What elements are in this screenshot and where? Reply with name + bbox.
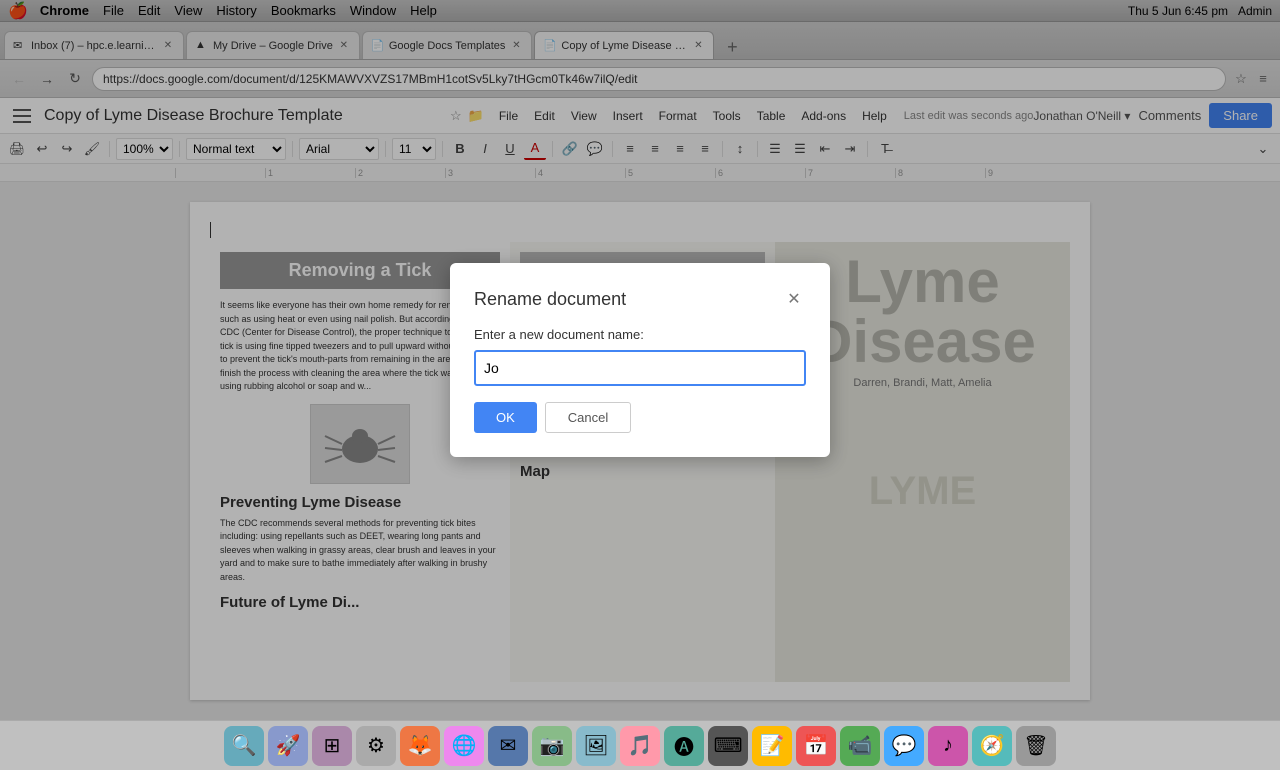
dock-finder[interactable]: 🔍 [224, 726, 264, 766]
dock-calendar[interactable]: 📅 [796, 726, 836, 766]
dock-launchpad[interactable]: 🚀 [268, 726, 308, 766]
modal-close-button[interactable]: ✕ [782, 287, 806, 311]
dock-apps[interactable]: ⊞ [312, 726, 352, 766]
dock-photos[interactable]: 📷 [532, 726, 572, 766]
modal-title: Rename document [474, 289, 626, 310]
modal-actions: OK Cancel [474, 402, 806, 433]
rename-dialog: Rename document ✕ Enter a new document n… [450, 263, 830, 457]
dock-facetime[interactable]: 📹 [840, 726, 880, 766]
dock-iphoto[interactable]: 🖼 [576, 726, 616, 766]
dock-music[interactable]: ♪ [928, 726, 968, 766]
dock-appstore[interactable]: 🅐 [664, 726, 704, 766]
rename-input[interactable] [474, 350, 806, 386]
dock-skype[interactable]: 💬 [884, 726, 924, 766]
dock-safari[interactable]: 🧭 [972, 726, 1012, 766]
cancel-button[interactable]: Cancel [545, 402, 631, 433]
modal-overlay[interactable]: Rename document ✕ Enter a new document n… [0, 0, 1280, 720]
macos-dock: 🔍 🚀 ⊞ ⚙ 🦊 🌐 ✉ 📷 🖼 🎵 🅐 ⌨ 📝 📅 📹 💬 ♪ 🧭 🗑 [0, 720, 1280, 770]
dock-chrome[interactable]: 🌐 [444, 726, 484, 766]
dock-mail[interactable]: ✉ [488, 726, 528, 766]
dock-trash[interactable]: 🗑 [1016, 726, 1056, 766]
ok-button[interactable]: OK [474, 402, 537, 433]
dock-notes[interactable]: 📝 [752, 726, 792, 766]
dock-itunes[interactable]: 🎵 [620, 726, 660, 766]
modal-header: Rename document ✕ [474, 287, 806, 311]
modal-label: Enter a new document name: [474, 327, 806, 342]
dock-system-prefs[interactable]: ⚙ [356, 726, 396, 766]
dock-terminal[interactable]: ⌨ [708, 726, 748, 766]
dock-firefox[interactable]: 🦊 [400, 726, 440, 766]
